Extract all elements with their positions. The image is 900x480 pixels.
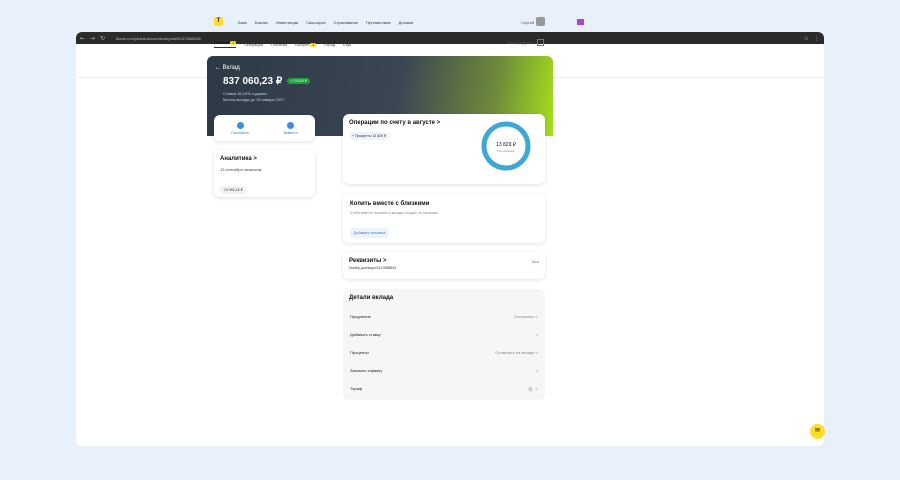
- nav-item-travel[interactable]: Путешествия: [366, 20, 391, 25]
- ring-amount: 13 829 ₽: [496, 142, 517, 148]
- detail-label: Тариф: [350, 386, 363, 391]
- tab-city[interactable]: Город: [324, 42, 335, 47]
- requisites-card[interactable]: Реквизиты > Номер договора 5147588834 Вс…: [343, 252, 545, 279]
- arrow-icon: [287, 121, 295, 129]
- reload-icon[interactable]: ↻: [100, 35, 105, 42]
- nav-item-split[interactable]: Долями: [399, 20, 413, 25]
- grid-icon[interactable]: [537, 39, 544, 46]
- withdraw-button[interactable]: Вывести: [283, 121, 298, 135]
- deposit-info: Ставка 16,19% годовых Месяц вклада до 15…: [223, 91, 285, 103]
- income-badge: + 13 829 ₽: [287, 78, 310, 84]
- detail-value: >: [535, 332, 538, 337]
- detail-value: Отключено >: [513, 314, 538, 319]
- nav-item-invest[interactable]: Инвестиции: [276, 20, 298, 25]
- detail-row-renewal[interactable]: Продление Отключено >: [350, 314, 538, 319]
- detail-label: Заказать справку: [350, 368, 383, 373]
- analytics-card[interactable]: Аналитика > 13 сентября зачислим 19 992,…: [214, 150, 315, 197]
- top-navigation: Банк Бизнес Инвестиции Сим-карта Страхов…: [238, 20, 413, 25]
- deposit-balance: 837 060,23 ₽: [223, 76, 283, 87]
- contract-number: Номер договора 5147588834: [349, 266, 396, 270]
- user-name[interactable]: Сергей: [521, 20, 534, 25]
- back-to-deposit[interactable]: ← Вклад: [215, 65, 240, 71]
- tab-bonuses[interactable]: Бонусы 3: [295, 42, 317, 47]
- detail-label: Добавить ставку: [350, 332, 381, 337]
- save-together-text: Чтобы вместе пополнять вклады создать за…: [350, 211, 438, 215]
- brand-logo[interactable]: T: [214, 17, 223, 26]
- nav-item-business[interactable]: Бизнес: [255, 20, 268, 25]
- detail-value: >: [535, 368, 538, 373]
- analytics-title: Аналитика >: [220, 156, 257, 162]
- topup-button[interactable]: Пополнить: [231, 121, 249, 135]
- star-icon[interactable]: ☆: [804, 35, 809, 42]
- withdraw-label: Вывести: [283, 130, 298, 135]
- actions-card: Пополнить Вывести: [214, 115, 315, 141]
- detail-row-add-rate[interactable]: Добавить ставку >: [350, 332, 538, 337]
- chat-icon[interactable]: ✉: [810, 424, 825, 439]
- deposit-term: Месяц вклада до 15 января 2027: [223, 97, 285, 102]
- back-icon[interactable]: ←: [80, 35, 85, 42]
- detail-row-interest[interactable]: Проценты Оставлять на вкладе >: [350, 350, 538, 355]
- detail-row-certificate[interactable]: Заказать справку >: [350, 368, 538, 373]
- nav-item-bank[interactable]: Банк: [238, 20, 247, 25]
- detail-row-tariff[interactable]: Тариф? >: [350, 386, 538, 392]
- tab-home[interactable]: Главная 1: [214, 40, 237, 48]
- add-person-button[interactable]: Добавить человека: [350, 228, 390, 238]
- all-products-link[interactable]: Все продукты: [508, 40, 533, 45]
- browser-toolbar: ← → ↻ tbank.ru/mybank/accounts/deposit/5…: [76, 32, 824, 44]
- detail-label: Проценты: [350, 350, 369, 355]
- analytics-subtitle: 13 сентября зачислим: [220, 167, 262, 172]
- requisites-title: Реквизиты >: [349, 258, 387, 264]
- analytics-value: 19 992,15 ₽: [220, 186, 247, 194]
- forward-icon[interactable]: →: [90, 35, 95, 42]
- plus-icon: [236, 121, 244, 129]
- deposit-details-card: Детали вклада Продление Отключено > Добав…: [343, 289, 545, 400]
- tab-operations[interactable]: Операции: [244, 42, 263, 47]
- detail-value: >: [535, 386, 538, 391]
- requisites-all-link[interactable]: Все: [532, 259, 539, 264]
- save-together-card: Копить вместе с близкими Чтобы вместе по…: [343, 194, 545, 243]
- nav-item-sim[interactable]: Сим-карта: [306, 20, 325, 25]
- avatar[interactable]: [536, 17, 545, 26]
- tab-more[interactable]: Ещё: [343, 42, 351, 47]
- detail-value: Оставлять на вкладе >: [495, 350, 538, 355]
- menu-icon[interactable]: ⋮: [814, 35, 820, 42]
- save-together-title: Копить вместе с близкими: [350, 201, 430, 207]
- nav-item-insurance[interactable]: Страхование: [334, 20, 358, 25]
- section-tabs: Главная 1 Операции Платежи Бонусы 3 Горо…: [214, 40, 351, 48]
- ring-label: Пополнения: [497, 149, 514, 153]
- topup-label: Пополнить: [231, 130, 249, 135]
- operations-ring-chart: 13 829 ₽ Пополнения: [481, 121, 531, 171]
- details-title: Детали вклада: [349, 295, 394, 301]
- extension-icon[interactable]: [577, 19, 584, 25]
- interest-chip[interactable]: + Проценты 13 829 ₽: [349, 132, 390, 140]
- tab-payments[interactable]: Платежи: [271, 42, 287, 47]
- detail-label: Продление: [350, 314, 371, 319]
- help-icon[interactable]: ?: [527, 387, 533, 392]
- operations-card[interactable]: Операции по счету в августе > + Проценты…: [343, 114, 545, 184]
- address-bar[interactable]: tbank.ru/mybank/accounts/deposit/5147588…: [116, 36, 201, 41]
